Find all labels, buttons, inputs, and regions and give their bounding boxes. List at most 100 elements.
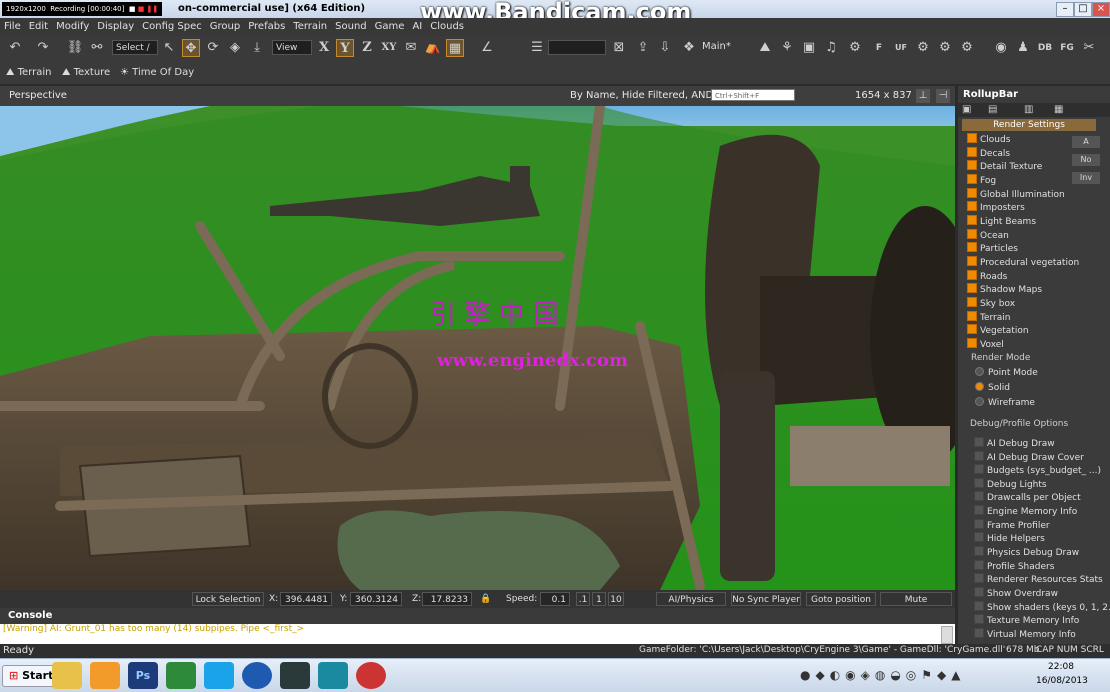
undo-icon[interactable]: ↶	[6, 39, 24, 57]
console-output[interactable]: [Warning] AI: Grunt_01 has too many (14)…	[0, 624, 955, 644]
viewport-search-input[interactable]: Ctrl+Shift+F	[711, 89, 795, 101]
render-item-fog[interactable]: Fog	[967, 174, 996, 187]
link-icon[interactable]: ⛓	[66, 39, 84, 57]
bandicam-icon[interactable]	[90, 662, 120, 689]
minimize-button[interactable]: –	[1056, 2, 1074, 17]
recorder-app-icon[interactable]	[356, 662, 386, 689]
menu-file[interactable]: File	[0, 18, 25, 36]
z-coordinate-field[interactable]: 17.8233	[422, 592, 472, 606]
debug-item[interactable]: Drawcalls per Object	[974, 491, 1081, 504]
x-coordinate-field[interactable]: 396.4481	[280, 592, 332, 606]
debug-item[interactable]: Texture Memory Info	[974, 614, 1079, 627]
speed-0-1-button[interactable]: .1	[576, 592, 590, 606]
select-mode-dropdown[interactable]: Select /	[112, 40, 158, 55]
invert-button[interactable]: Inv	[1072, 172, 1100, 184]
debug-item[interactable]: Engine Memory Info	[974, 505, 1077, 518]
system-tray-icons[interactable]: ●◆◐◉◈◍◒◎⚑◆▲	[800, 668, 966, 682]
axis-xy-button[interactable]: XY	[380, 39, 398, 57]
render-item-sky-box[interactable]: Sky box	[967, 297, 1015, 310]
mail-icon[interactable]: ✉	[402, 39, 420, 57]
3dsmax-icon[interactable]	[318, 662, 348, 689]
render-item-global-illumination[interactable]: Global Illumination	[967, 188, 1065, 201]
terrain-button[interactable]: ⛰ Terrain	[6, 65, 51, 81]
debug-item[interactable]: Hide Helpers	[974, 532, 1045, 545]
render-mode-point[interactable]: Point Mode	[975, 367, 1038, 380]
settings-icon[interactable]: ⚙	[914, 39, 932, 57]
object-search-input[interactable]	[548, 40, 606, 55]
scale-icon[interactable]: ◈	[226, 39, 244, 57]
menu-sound[interactable]: Sound	[331, 18, 371, 36]
menu-group[interactable]: Group	[206, 18, 244, 36]
render-item-shadow-maps[interactable]: Shadow Maps	[967, 283, 1042, 296]
no-sync-player-button[interactable]: No Sync Player	[731, 592, 801, 606]
db-button[interactable]: DB	[1036, 39, 1054, 57]
menu-ai[interactable]: AI	[408, 18, 426, 36]
terrain-tab-icon[interactable]: ▤	[988, 104, 997, 115]
render-item-procedural-vegetation[interactable]: Procedural vegetation	[967, 256, 1079, 269]
speed-10-button[interactable]: 10	[608, 592, 624, 606]
none-button[interactable]: No	[1072, 154, 1100, 166]
debug-item[interactable]: Debug Lights	[974, 478, 1047, 491]
skype-icon[interactable]	[204, 662, 234, 689]
render-item-light-beams[interactable]: Light Beams	[967, 215, 1036, 228]
clock-date[interactable]: 16/08/2013	[1036, 676, 1088, 686]
render-mode-wireframe[interactable]: Wireframe	[975, 397, 1035, 410]
menu-game[interactable]: Game	[371, 18, 409, 36]
render-item-detail-texture[interactable]: Detail Texture	[967, 160, 1042, 173]
uf-button[interactable]: UF	[892, 39, 910, 57]
flow-graph-icon[interactable]: ⚙	[846, 39, 864, 57]
axis-z-button[interactable]: Z	[358, 39, 376, 57]
ball-icon[interactable]: ◉	[992, 39, 1010, 57]
move-icon[interactable]: ✥	[182, 39, 200, 57]
speed-1-button[interactable]: 1	[592, 592, 606, 606]
debug-item[interactable]: AI Debug Draw	[974, 437, 1055, 450]
debug-item[interactable]: Profile Shaders	[974, 560, 1054, 573]
angle-snap-icon[interactable]: ∠	[478, 39, 496, 57]
render-item-ocean[interactable]: Ocean	[967, 229, 1009, 242]
render-item-roads[interactable]: Roads	[967, 270, 1007, 283]
debug-item[interactable]: Frame Profiler	[974, 519, 1050, 532]
material-icon[interactable]: ▣	[800, 39, 818, 57]
fg-button[interactable]: FG	[1058, 39, 1076, 57]
debug-item[interactable]: Renderer Resources Stats	[974, 573, 1103, 586]
all-button[interactable]: A	[1072, 136, 1100, 148]
unlink-icon[interactable]: ⚯	[88, 39, 106, 57]
settings3-icon[interactable]: ⚙	[958, 39, 976, 57]
browser-icon[interactable]	[242, 662, 272, 689]
menu-config-spec[interactable]: Config Spec	[138, 18, 206, 36]
maximize-button[interactable]: □	[1074, 2, 1092, 17]
render-item-terrain[interactable]: Terrain	[967, 311, 1010, 324]
render-mode-solid[interactable]: Solid	[975, 382, 1010, 395]
tools-icon[interactable]: ✂	[1080, 39, 1098, 57]
render-item-particles[interactable]: Particles	[967, 242, 1018, 255]
clock-time[interactable]: 22:08	[1046, 662, 1076, 672]
debug-item[interactable]: Show shaders (keys 0, 1, 2...	[974, 601, 1110, 614]
menu-prefabs[interactable]: Prefabs	[244, 18, 289, 36]
layers-tab-icon[interactable]: ▦	[1054, 104, 1063, 115]
menu-terrain[interactable]: Terrain	[289, 18, 331, 36]
render-item-clouds[interactable]: Clouds	[967, 133, 1010, 146]
render-item-imposters[interactable]: Imposters	[967, 201, 1025, 214]
debug-item[interactable]: Physics Debug Draw	[974, 546, 1079, 559]
menu-edit[interactable]: Edit	[25, 18, 52, 36]
display-tab-icon[interactable]: ▥	[1024, 104, 1033, 115]
camera-icon[interactable]: ⛺	[424, 39, 442, 57]
snap-to-terrain-icon[interactable]: ⤓	[248, 39, 266, 57]
layer-list-icon[interactable]: ☰	[528, 39, 546, 57]
photoshop-icon[interactable]: Ps	[128, 662, 158, 689]
cryengine-sandbox-icon[interactable]	[280, 662, 310, 689]
paint-icon[interactable]: ⚘	[778, 39, 796, 57]
explorer-icon[interactable]	[52, 662, 82, 689]
layer-selector[interactable]: Main*	[702, 39, 731, 55]
debug-item[interactable]: AI Debug Draw Cover	[974, 451, 1084, 464]
objects-tab-icon[interactable]: ▣	[962, 104, 971, 115]
console-scrollbar[interactable]	[941, 626, 953, 644]
grid-snap-icon[interactable]: ▦	[446, 39, 464, 57]
redo-icon[interactable]: ↷	[34, 39, 52, 57]
render-item-vegetation[interactable]: Vegetation	[967, 324, 1029, 337]
export-icon[interactable]: ⇪	[634, 39, 652, 57]
speed-field[interactable]: 0.1	[540, 592, 570, 606]
menu-display[interactable]: Display	[93, 18, 138, 36]
close-button[interactable]: ×	[1092, 2, 1110, 17]
viewport-options-icon[interactable]: ⊣	[936, 89, 950, 103]
